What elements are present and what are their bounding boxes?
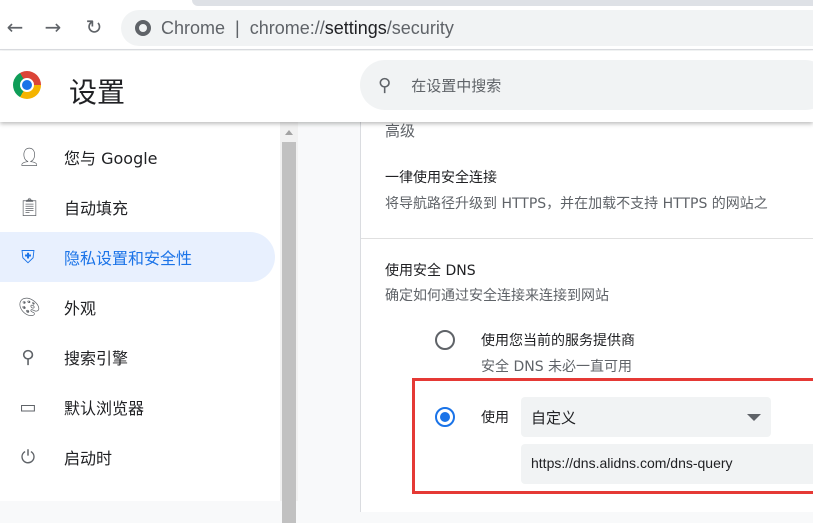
sidebar: 👤︎ 您与 Google 📋︎ 自动填充 ⛨ 隐私设置和安全性 🎨︎ 外观 ⚲ 搜索引擎 …: [0, 122, 280, 501]
forward-button[interactable]: →: [40, 15, 66, 39]
separator: |: [235, 17, 240, 38]
clipboard-icon: 📋︎: [18, 196, 41, 218]
search-icon: ⚲: [378, 74, 392, 96]
sidebar-item-on-startup[interactable]: ⏻ 启动时: [0, 432, 275, 482]
url-path: /security: [386, 17, 454, 38]
reload-button[interactable]: ↻: [81, 15, 107, 39]
highlight-box: [412, 378, 813, 494]
back-button[interactable]: ←: [2, 15, 28, 39]
sidebar-item-label: 自动填充: [64, 199, 129, 218]
sidebar-item-appearance[interactable]: 🎨︎ 外观: [0, 282, 275, 332]
radio-current-provider[interactable]: [435, 330, 455, 350]
dns-description: 确定如何通过安全连接来连接到网站: [385, 288, 609, 304]
sidebar-item-search-engine[interactable]: ⚲ 搜索引擎: [0, 332, 275, 382]
current-provider-label: 使用您当前的服务提供商: [481, 333, 635, 349]
scroll-up-arrow-icon[interactable]: [285, 130, 293, 135]
power-icon: ⏻: [20, 446, 36, 468]
settings-header: 设置 ⚲ 在设置中搜索: [0, 51, 813, 122]
url-host: settings: [324, 17, 387, 38]
sidebar-item-label: 启动时: [64, 449, 113, 468]
https-description: 将导航路径升级到 HTTPS，并在加载不支持 HTTPS 的网站之: [385, 196, 768, 212]
sidebar-item-you-and-google[interactable]: 👤︎ 您与 Google: [0, 132, 275, 182]
divider: [361, 238, 813, 239]
toolbar: ← → ↻ Chrome | chrome://settings/securit…: [0, 6, 813, 50]
search-icon: ⚲: [21, 346, 35, 368]
sidebar-item-label: 隐私设置和安全性: [64, 249, 193, 268]
palette-icon: 🎨︎: [18, 296, 41, 318]
omnibox-label: Chrome: [161, 17, 226, 38]
url-prefix: chrome://: [249, 17, 325, 38]
sidebar-item-privacy-security[interactable]: ⛨ 隐私设置和安全性: [0, 232, 275, 282]
sidebar-item-label: 默认浏览器: [64, 399, 145, 418]
sidebar-item-label: 您与 Google: [64, 149, 158, 168]
section-title: 高级: [385, 122, 416, 140]
search-placeholder: 在设置中搜索: [411, 76, 502, 95]
scrollbar-thumb[interactable]: [282, 142, 296, 523]
current-provider-sublabel: 安全 DNS 未必一直可用: [481, 359, 633, 375]
sidebar-item-label: 外观: [64, 299, 97, 318]
chrome-logo-icon: [13, 71, 41, 99]
shield-icon: ⛨: [21, 246, 35, 268]
chrome-icon: [135, 20, 151, 36]
settings-search-input[interactable]: ⚲ 在设置中搜索: [360, 60, 813, 110]
person-icon: 👤︎: [18, 146, 41, 168]
dns-title: 使用安全 DNS: [385, 263, 476, 279]
sidebar-scrollbar[interactable]: [280, 122, 298, 523]
page-title: 设置: [69, 76, 126, 109]
browser-icon: ▭: [19, 396, 37, 418]
omnibox[interactable]: Chrome | chrome://settings/security: [121, 10, 813, 46]
sidebar-item-label: 搜索引擎: [64, 349, 129, 368]
sidebar-item-default-browser[interactable]: ▭ 默认浏览器: [0, 382, 275, 432]
https-title: 一律使用安全连接: [385, 170, 497, 186]
sidebar-item-autofill[interactable]: 📋︎ 自动填充: [0, 182, 275, 232]
